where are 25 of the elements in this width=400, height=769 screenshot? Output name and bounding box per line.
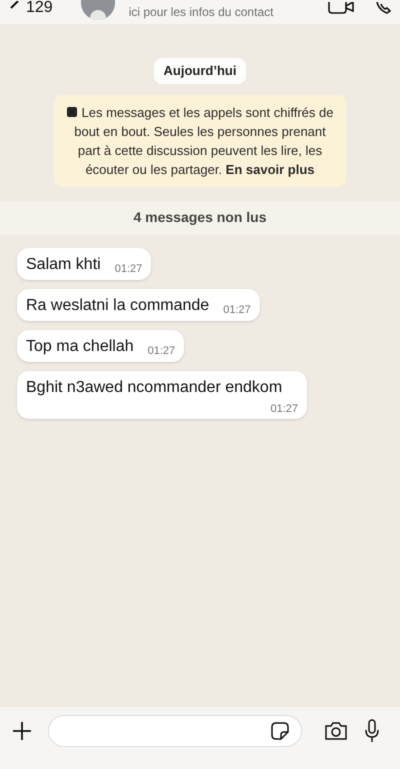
unread-count[interactable]: 129 — [26, 0, 53, 16]
date-label: Aujourd’hui — [154, 58, 246, 84]
plus-icon[interactable] — [12, 721, 32, 741]
message-bubble[interactable]: Top ma chellah 01:27 — [17, 330, 184, 362]
message-text: Top ma chellah — [26, 336, 134, 356]
message-text: Bghit n3awed ncommander endkom — [26, 378, 282, 398]
message-time: 01:27 — [270, 402, 298, 416]
microphone-icon[interactable] — [364, 719, 380, 743]
video-call-icon[interactable] — [328, 2, 354, 14]
message-bubble[interactable]: Salam khti 01:27 — [17, 248, 152, 280]
sticker-icon[interactable] — [271, 722, 289, 740]
message-time: 01:27 — [223, 303, 251, 318]
message-time: 01:27 — [114, 262, 142, 277]
message-text: Ra weslatni la commande — [26, 296, 210, 316]
camera-icon[interactable] — [324, 721, 348, 741]
message-text: Salam khti — [26, 254, 101, 274]
unread-label: 4 messages non lus — [133, 208, 267, 227]
phone-icon[interactable] — [376, 2, 392, 14]
message-bubble[interactable]: Ra weslatni la commande 01:27 — [17, 288, 260, 320]
message-bubble[interactable]: Bghit n3awed ncommander endkom 01:27 — [17, 370, 307, 419]
encryption-text: Les messages et les appels sont chiffrés de bout en bout. Seules les personnes prenant part à cette discussion peuvent les lire, les écouter ou les partager. En savoir plus — [64, 102, 336, 178]
message-input[interactable] — [48, 715, 302, 747]
contact-subtitle[interactable]: ici pour les infos du contact — [128, 3, 274, 21]
message-time: 01:27 — [148, 344, 176, 359]
avatar-icon[interactable] — [80, 0, 115, 20]
